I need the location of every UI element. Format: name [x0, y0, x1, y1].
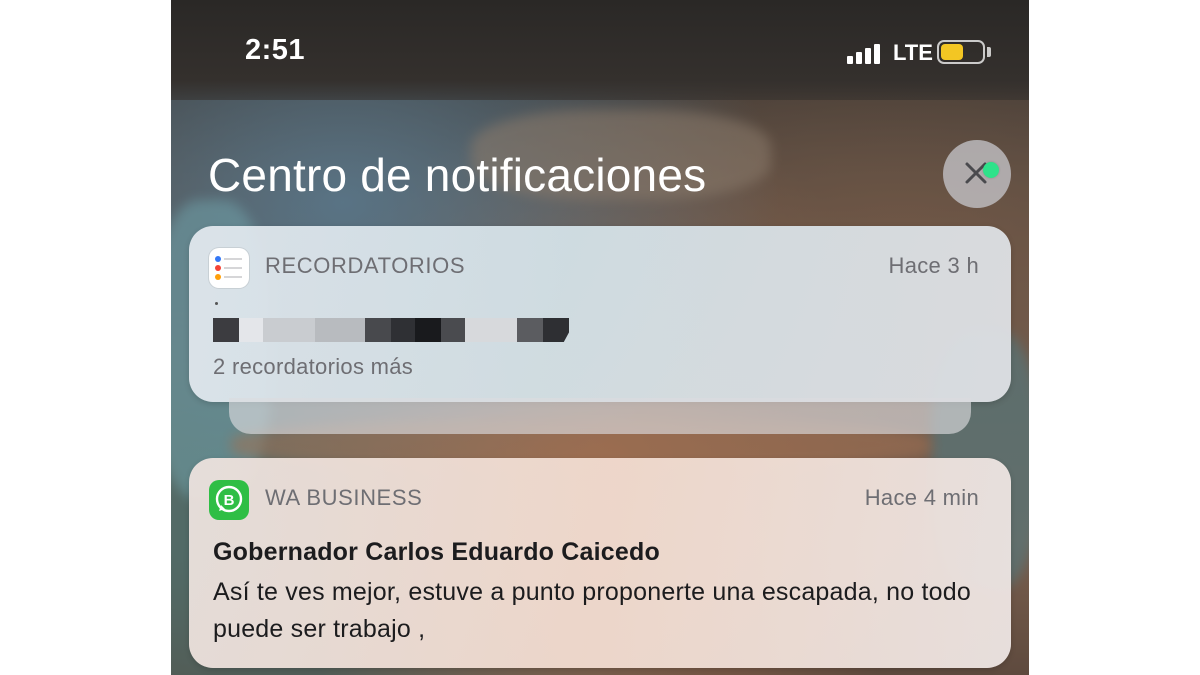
notification-card-wa-business[interactable]: B WA BUSINESS Hace 4 min Gobernador Carl…: [189, 458, 1011, 668]
status-bar: 2:51 LTE: [171, 0, 1029, 100]
battery-level: [941, 44, 963, 60]
whatsapp-business-icon: B: [209, 480, 249, 520]
svg-text:B: B: [224, 492, 235, 509]
battery-cap: [987, 47, 991, 57]
message-sender: Gobernador Carlos Eduardo Caicedo: [213, 538, 660, 566]
network-type: LTE: [893, 40, 933, 65]
message-body: Así te ves mejor, estuve a punto propone…: [213, 578, 971, 643]
clock-time: 2:51: [245, 34, 306, 66]
stacked-notifications-indicator[interactable]: [229, 398, 971, 434]
clear-notifications-button[interactable]: [943, 140, 1011, 208]
bullet-mark: [215, 302, 218, 305]
phone-screen: 2:51 LTE Centro de notificaciones RECORD…: [171, 0, 1029, 675]
notification-time: Hace 4 min: [864, 485, 979, 510]
app-name: WA BUSINESS: [265, 485, 423, 510]
app-name: RECORDATORIOS: [265, 253, 466, 278]
redacted-content: [213, 318, 593, 342]
notification-card-reminders[interactable]: RECORDATORIOS Hace 3 h 2 recordatorios m…: [189, 226, 1011, 402]
reminders-icon: [209, 248, 249, 288]
cellular-signal-icon: [847, 42, 883, 64]
battery-icon: [937, 40, 985, 64]
page-title: Centro de notificaciones: [208, 149, 707, 201]
more-reminders-text: 2 recordatorios más: [213, 354, 414, 379]
indicator-dot: [983, 162, 999, 178]
notification-time: Hace 3 h: [888, 253, 979, 278]
